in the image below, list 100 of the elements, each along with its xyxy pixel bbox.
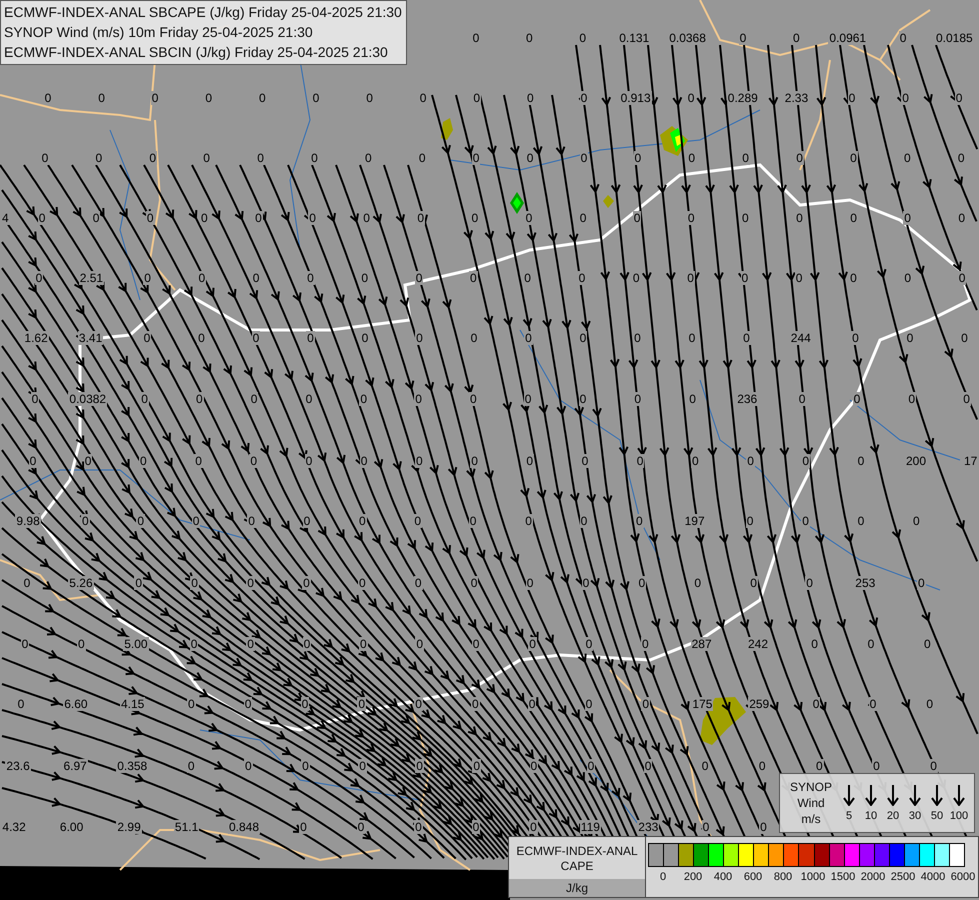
cape-value: 0	[358, 759, 367, 773]
cape-value: 0	[38, 211, 46, 225]
cape-value: 0	[97, 91, 106, 105]
cape-value: 0	[300, 697, 310, 711]
cape-value: 200	[905, 454, 928, 468]
cape-value: 0	[958, 271, 966, 285]
cape-value: 0	[254, 211, 263, 225]
cape-value: 0	[851, 331, 860, 345]
cape-value: 0	[414, 697, 423, 711]
cape-value: 0.0185	[935, 31, 974, 45]
cape-value: 0	[414, 271, 424, 285]
cape-value: 0	[360, 271, 370, 285]
cape-value: 0	[740, 271, 750, 285]
cape-value: 0	[34, 271, 44, 285]
cape-value: 0	[415, 454, 424, 468]
speed-label: 10	[864, 810, 878, 822]
cape-value: 0	[190, 637, 198, 651]
cape-value: 0	[849, 151, 858, 165]
cape-value: 0	[578, 31, 588, 45]
cape-value: 0	[795, 151, 804, 165]
scale-label: 1000	[800, 871, 826, 883]
scale-label: 600	[744, 871, 762, 883]
cape-value: 6.60	[63, 697, 89, 711]
scale-label: 400	[714, 871, 732, 883]
cape-value: 0	[584, 697, 594, 711]
cape-value: 0	[634, 151, 642, 165]
legend-title: ECMWF-INDEX-ANAL	[516, 844, 638, 859]
cape-value: 0	[195, 392, 204, 406]
cape-value: 0	[136, 514, 146, 528]
legend-title: Wind	[797, 795, 825, 811]
cape-value: 0	[414, 392, 423, 406]
cape-value: 0	[580, 91, 588, 105]
cape-value: 0	[472, 820, 480, 834]
cape-value: 9.98	[15, 514, 41, 528]
cape-value: 0	[143, 271, 152, 285]
cape-value: 0	[312, 91, 320, 105]
cape-value: 0	[582, 576, 590, 590]
cape-value: 0	[472, 31, 480, 45]
cape-value: 0	[470, 454, 479, 468]
speed-label: 5	[846, 810, 852, 822]
cape-value: 0	[301, 759, 310, 773]
cape-value: 0	[580, 514, 588, 528]
cape-value: 0	[306, 331, 315, 345]
cape-value: 0	[758, 759, 767, 773]
cape-value: 0	[700, 759, 710, 773]
cape-value: 0	[641, 697, 650, 711]
cape-value: 0	[415, 759, 424, 773]
cape-value: 259	[748, 697, 770, 711]
cape-value: 0	[81, 514, 90, 528]
cape-value: 0	[202, 151, 211, 165]
cape-value: 0	[308, 211, 317, 225]
map-title: ECMWF-INDEX-ANAL SBCAPE (J/kg) Friday 25-04-2025 21:30	[4, 3, 402, 22]
map-title: ECMWF-INDEX-ANAL SBCIN (J/kg) Friday 25-04-2025 21:30	[4, 43, 389, 62]
cape-value: 0	[929, 759, 938, 773]
cape-value: 0	[140, 392, 149, 406]
cape-value: 0	[146, 211, 155, 225]
cape-value: 0	[741, 211, 750, 225]
cape-value: 0	[139, 454, 148, 468]
cape-value: 0	[686, 211, 696, 225]
cape-value: 6.97	[62, 759, 88, 773]
cape-value: 0	[925, 697, 934, 711]
cape-value: 0	[414, 820, 423, 834]
cape-value: 17	[963, 454, 978, 468]
cape-value: 0	[746, 514, 754, 528]
cape-value: 0.913	[620, 91, 652, 105]
cape-value: 0	[194, 454, 203, 468]
cape-value: 0	[415, 331, 424, 345]
cape-value: 0	[794, 271, 804, 285]
cape-value: 0	[358, 514, 367, 528]
cape-value: 0	[250, 392, 258, 406]
legend-title: CAPE	[560, 859, 594, 874]
down-arrow-icon	[909, 784, 921, 806]
cape-value: 0	[524, 331, 533, 345]
legend-title: SYNOP	[790, 779, 832, 795]
cape-value: 1.62	[23, 331, 49, 345]
cape-value: 0	[872, 759, 881, 773]
cape-value: 0	[795, 211, 804, 225]
cape-value: 0	[524, 514, 533, 528]
cape-value: 0	[912, 514, 921, 528]
cape-value: 0	[749, 576, 758, 590]
cape-value: 0	[416, 211, 426, 225]
cape-value: 0	[903, 151, 912, 165]
cape-value: 0	[468, 514, 478, 528]
cape-value: 0	[528, 637, 537, 651]
down-arrow-icon	[953, 784, 965, 806]
cape-value: 0	[471, 697, 480, 711]
cape-value: 0	[801, 454, 810, 468]
cape-value: 0	[258, 91, 267, 105]
cape-value: 0	[633, 331, 642, 345]
cape-value: 0	[526, 91, 535, 105]
scale-label: 1500	[830, 871, 856, 883]
cape-value: 0	[94, 151, 104, 165]
cape-value: 0	[30, 392, 40, 406]
cape-value: 233	[637, 820, 660, 834]
cape-value: 0	[246, 576, 255, 590]
cape-value: 0	[644, 759, 652, 773]
cape-value: 0	[246, 637, 255, 651]
cape-value: 0	[759, 820, 768, 834]
cape-value: 0	[148, 151, 158, 165]
cape-value: 0	[187, 697, 196, 711]
